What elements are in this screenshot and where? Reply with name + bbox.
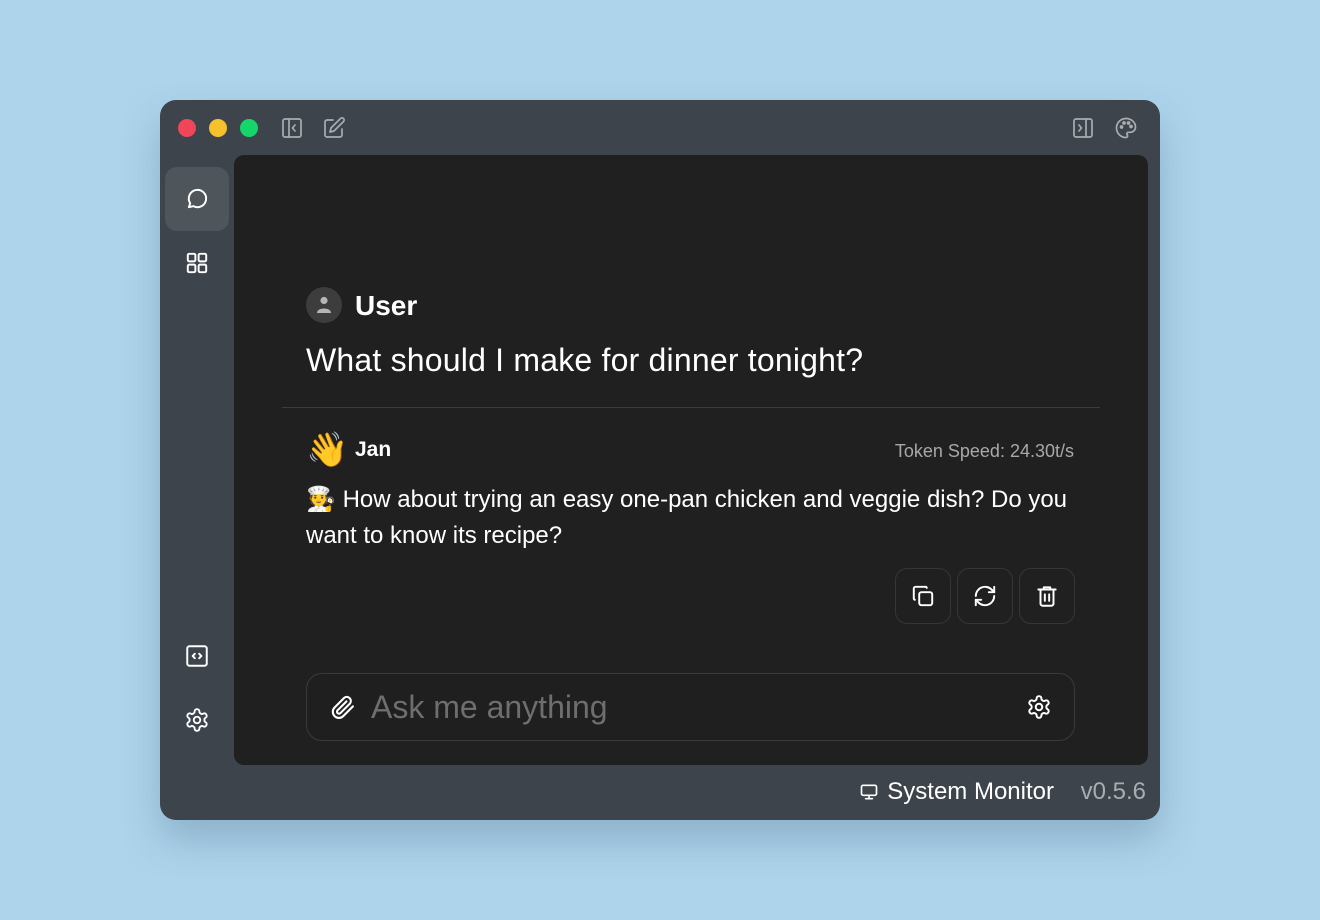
copy-button[interactable] (895, 568, 951, 624)
system-monitor-label: System Monitor (887, 778, 1054, 805)
trash-icon (1037, 586, 1057, 607)
sidebar-collapse-icon (282, 118, 302, 138)
palette-icon (1115, 117, 1137, 139)
left-sidebar (160, 155, 234, 765)
user-avatar (306, 287, 342, 323)
minimize-window-button[interactable] (209, 119, 227, 137)
model-settings-button[interactable] (1026, 694, 1052, 720)
attach-button[interactable] (329, 693, 357, 721)
chat-composer (306, 673, 1075, 741)
new-chat-button[interactable] (321, 115, 347, 141)
delete-button[interactable] (1019, 568, 1075, 624)
close-window-button[interactable] (178, 119, 196, 137)
user-message-text: What should I make for dinner tonight? (306, 342, 864, 378)
status-bar: System Monitor v0.5.6 (160, 765, 1160, 820)
app-version: v0.5.6 (1080, 778, 1146, 805)
message-divider (282, 407, 1100, 408)
maximize-window-button[interactable] (240, 119, 258, 137)
regenerate-button[interactable] (957, 568, 1013, 624)
code-icon (186, 645, 208, 667)
assistant-author-name: Jan (355, 438, 392, 461)
user-author-name: User (355, 290, 418, 321)
user-icon (317, 296, 331, 313)
sidebar-item-chat[interactable] (165, 167, 229, 231)
assistant-message-body: How about trying an easy one-pan chicken… (306, 486, 1068, 549)
copy-icon (912, 585, 934, 607)
refresh-icon (974, 585, 996, 607)
sidebar-item-hub[interactable] (165, 231, 229, 295)
toggle-left-sidebar-button[interactable] (279, 115, 305, 141)
right-panel-icon (1073, 118, 1093, 138)
token-speed: Token Speed: 24.30t/s (894, 441, 1074, 461)
grid-icon (186, 252, 208, 274)
chat-panel: User What should I make for dinner tonig… (234, 155, 1148, 765)
assistant-message-text: 🧑‍🍳 How about trying an easy one-pan chi… (306, 482, 1086, 554)
sidebar-item-settings[interactable] (165, 688, 229, 752)
theme-button[interactable] (1113, 115, 1139, 141)
system-monitor-button[interactable]: System Monitor (859, 778, 1054, 806)
titlebar (160, 100, 1160, 155)
edit-icon (324, 117, 345, 138)
gear-icon (186, 708, 208, 732)
sidebar-item-code[interactable] (165, 624, 229, 688)
toggle-right-panel-button[interactable] (1070, 115, 1096, 141)
message-actions (895, 568, 1075, 624)
message-input[interactable] (371, 684, 1011, 730)
assistant-avatar: 👋 (306, 431, 349, 469)
monitor-icon (860, 784, 878, 800)
chat-bubble-icon (187, 188, 208, 209)
chef-emoji: 🧑‍🍳 (306, 486, 336, 513)
app-window: User What should I make for dinner tonig… (160, 100, 1160, 820)
